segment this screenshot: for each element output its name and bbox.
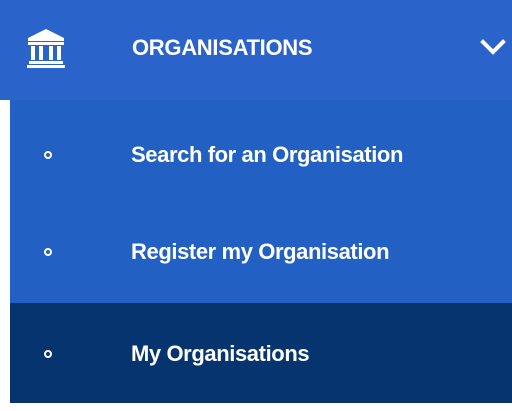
circle-outline-icon	[44, 248, 52, 256]
circle-outline-icon	[44, 151, 52, 159]
chevron-down-icon[interactable]	[480, 38, 506, 58]
organisations-menu-header[interactable]: ORGANISATIONS	[0, 0, 512, 100]
institution-icon	[27, 28, 65, 68]
submenu-item-my-organisations[interactable]: My Organisations	[10, 303, 512, 403]
submenu-item-register-organisation[interactable]: Register my Organisation	[10, 200, 512, 300]
organisations-menu-label: ORGANISATIONS	[132, 35, 313, 60]
submenu-item-search-organisation[interactable]: Search for an Organisation	[10, 100, 512, 200]
organisations-submenu: Search for an Organisation Register my O…	[10, 100, 512, 403]
submenu-item-label: Register my Organisation	[131, 239, 390, 264]
submenu-item-label: My Organisations	[131, 341, 310, 366]
circle-outline-icon	[44, 350, 52, 358]
sidebar-nav-menu: ORGANISATIONS Search for an Organisation…	[0, 0, 512, 411]
submenu-item-label: Search for an Organisation	[131, 142, 404, 167]
